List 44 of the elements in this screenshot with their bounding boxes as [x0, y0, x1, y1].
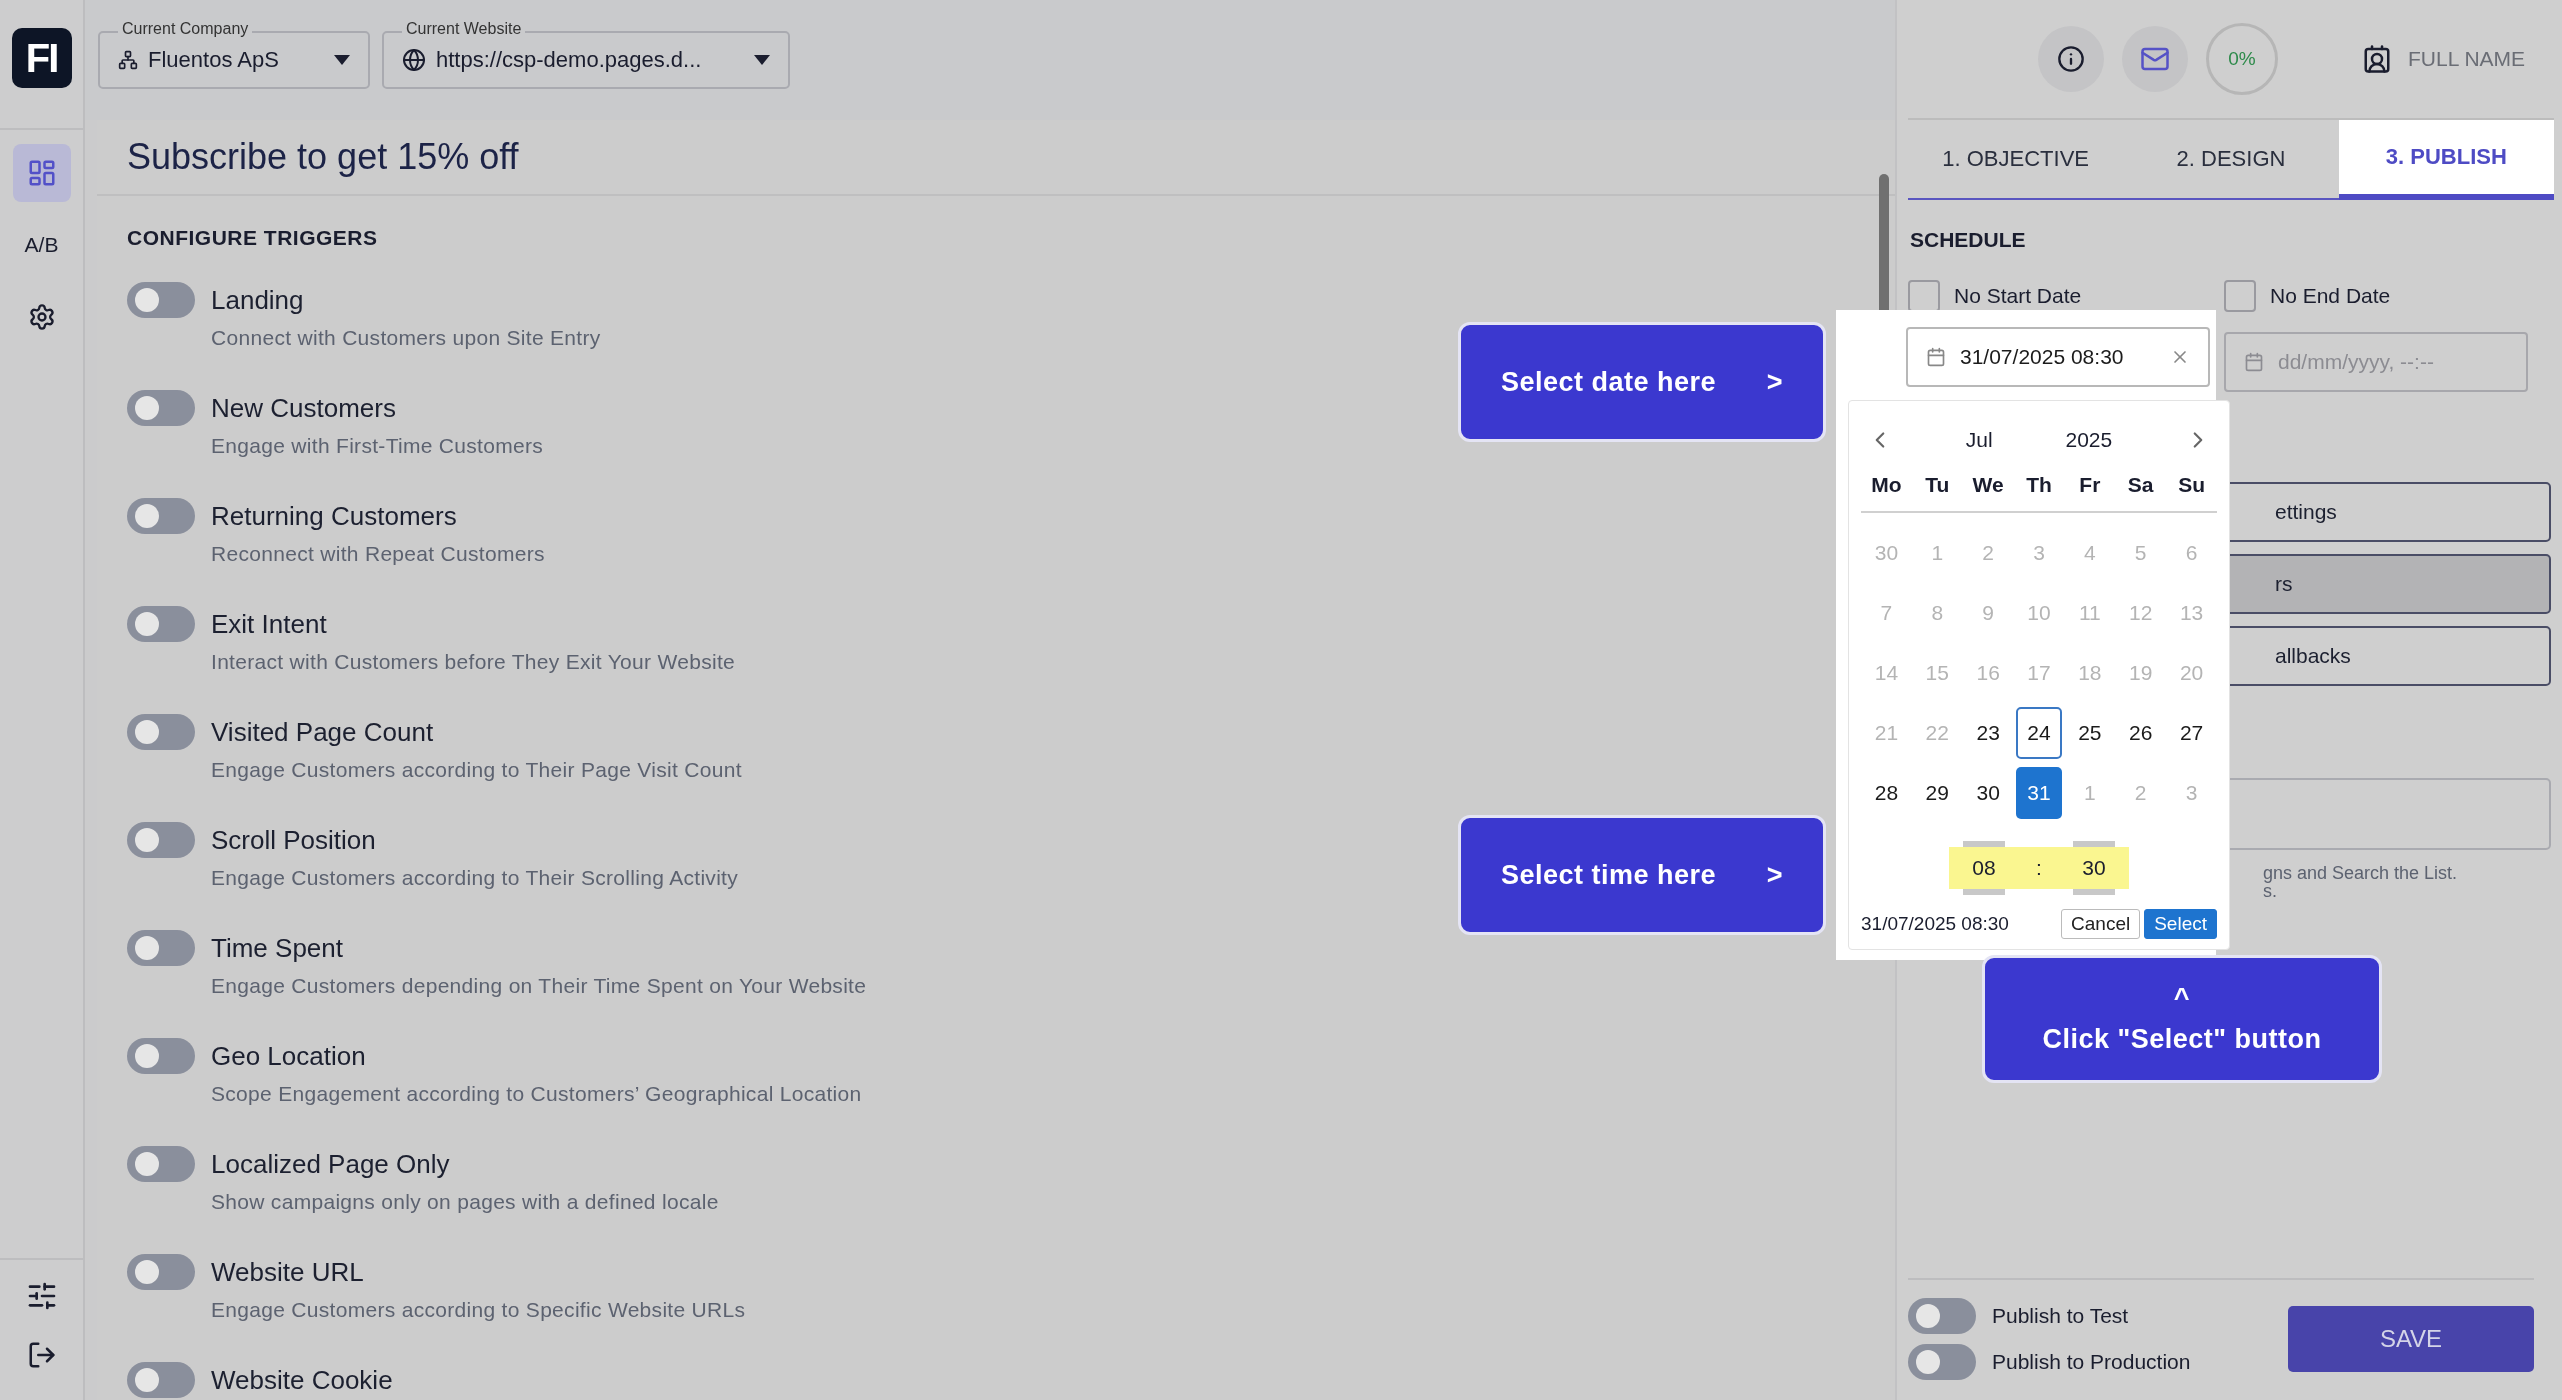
trigger-description: Interact with Customers before They Exit Your Website [211, 650, 736, 674]
trigger-label: Scroll Position [211, 824, 376, 856]
weekday-label: Fr [2064, 467, 2116, 513]
schedule-heading: SCHEDULE [1909, 227, 2027, 252]
trigger-description: Engage Customers according to Their Page Visit Count [211, 758, 742, 782]
trigger-description: Engage Customers according to Their Scrolling Activity [211, 866, 739, 890]
trigger-label: Localized Page Only [211, 1148, 450, 1180]
weekday-label: We [1962, 467, 2014, 513]
weekday-label: Tu [1911, 467, 1963, 513]
trigger-description: Engage with First-Time Customers [211, 434, 544, 458]
date-value: 31/07/2025 08:30 [1960, 345, 2125, 369]
trigger-label: Returning Customers [211, 500, 457, 532]
trigger-description: Show campaigns only on pages with a defined locale [211, 1190, 719, 1214]
checkbox-label: No End Date [2270, 284, 2391, 308]
progress-indicator: 0% [2206, 23, 2278, 95]
trigger-label: New Customers [211, 392, 396, 424]
hint-text: gns and Search the List. [2263, 864, 2459, 882]
time-separator: : [2019, 847, 2059, 889]
selected-datetime: 31/07/2025 08:30 [1861, 913, 2010, 935]
field-legend: Current Company [118, 19, 253, 39]
trigger-label: Landing [211, 284, 304, 316]
trigger-label: Visited Page Count [211, 716, 434, 748]
date-placeholder: dd/mm/yyyy, --:-- [2278, 350, 2435, 374]
checkbox-label: No Start Date [1954, 284, 2082, 308]
weekday-label: Sa [2115, 467, 2167, 513]
trigger-label: Exit Intent [211, 608, 327, 640]
trigger-description: Engage Customers according to Specific Website URLs [211, 1298, 746, 1322]
trigger-description: Connect with Customers upon Site Entry [211, 326, 601, 350]
toggle-label: Publish to Test [1992, 1304, 2129, 1328]
toggle-label: Publish to Production [1992, 1350, 2191, 1374]
ab-test-label: A/B [24, 233, 59, 257]
trigger-label: Geo Location [211, 1040, 366, 1072]
weekday-label: Th [2013, 467, 2065, 513]
hint-text: s. [2263, 882, 2277, 900]
trigger-description: Engage Customers depending on Their Time Spent on Your Website [211, 974, 867, 998]
weekday-label: Mo [1861, 467, 1912, 513]
trigger-label: Website URL [211, 1256, 364, 1288]
campaign-title: Subscribe to get 15% off [127, 136, 519, 178]
trigger-description: Scope Engagement according to Customers’ Geographical Location [211, 1082, 862, 1106]
weekday-label: Su [2166, 467, 2217, 513]
trigger-label: Time Spent [211, 932, 343, 964]
trigger-description: Reconnect with Repeat Customers [211, 542, 545, 566]
section-heading: CONFIGURE TRIGGERS [126, 225, 379, 250]
trigger-label: Website Cookie [211, 1364, 393, 1396]
